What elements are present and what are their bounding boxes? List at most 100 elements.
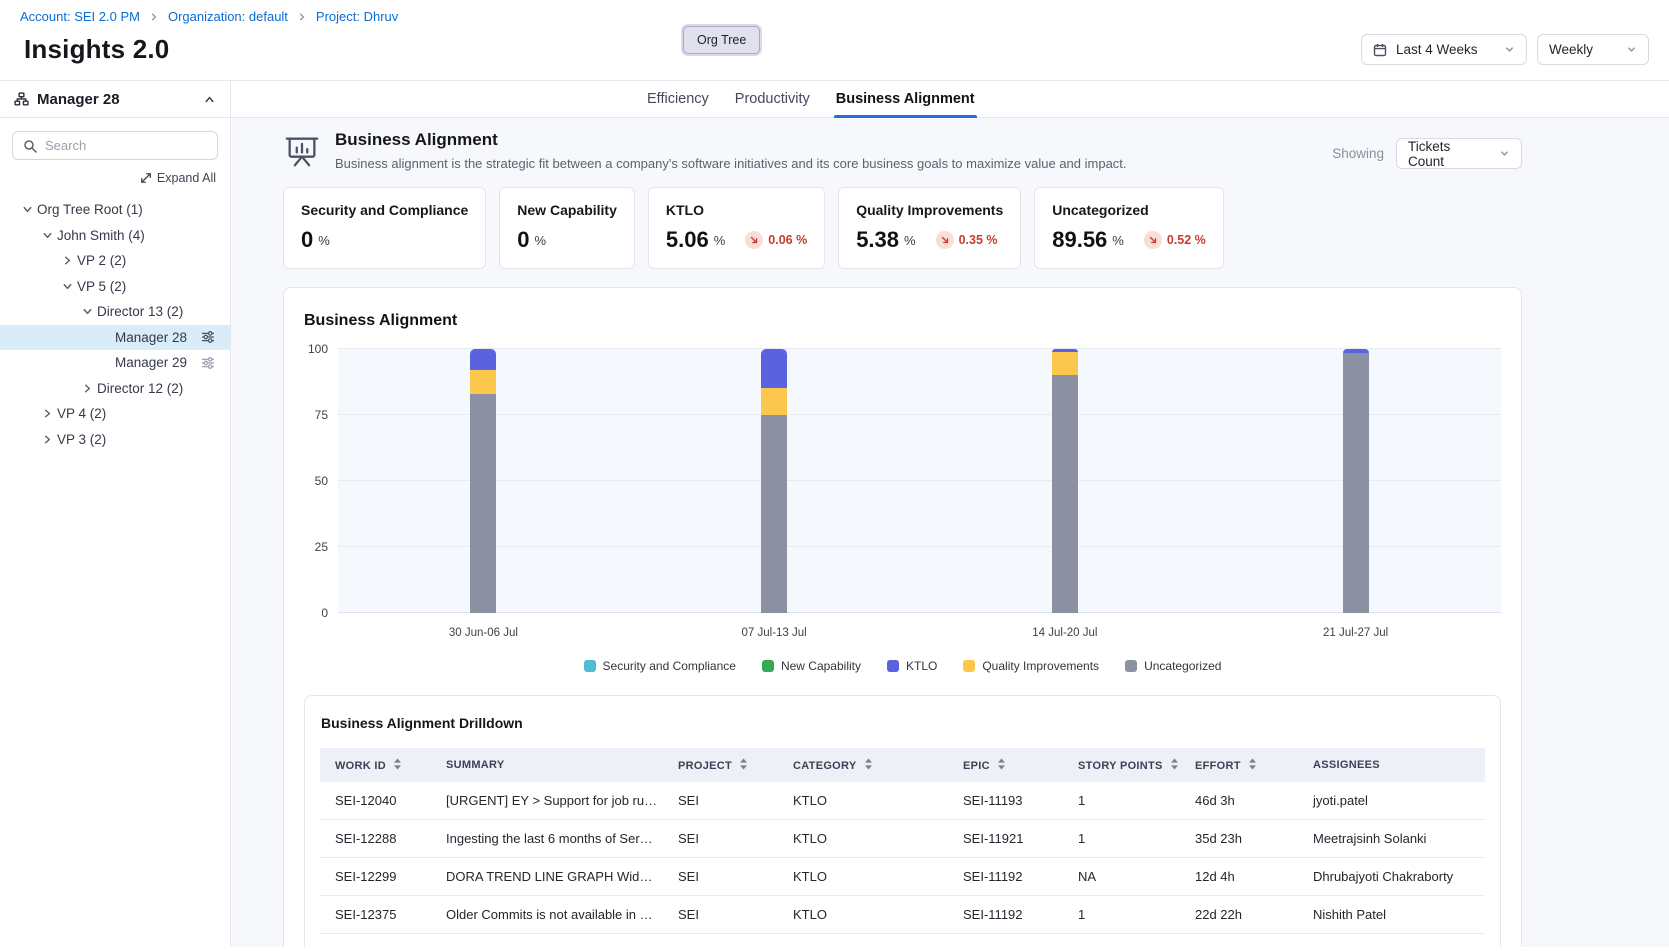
chevron-down-icon[interactable] [80,305,94,318]
metric-card: KTLO5.06%0.06 % [648,187,825,269]
tab-productivity[interactable]: Productivity [733,81,812,117]
tree-item-label: Manager 28 [115,330,187,345]
showing-select[interactable]: Tickets Count [1396,138,1522,169]
table-header-row: WORK IDSUMMARYPROJECTCATEGORYEPICSTORY P… [320,748,1485,782]
chevron-down-icon[interactable] [40,229,54,242]
tree-item[interactable]: Org Tree Root (1) [0,197,230,223]
filters-icon[interactable] [201,356,215,370]
expand-all-label: Expand All [157,171,216,185]
table-row[interactable]: SEI-12375Older Commits is not available … [320,896,1485,934]
tree-item-label: John Smith (4) [57,228,145,243]
sort-icon[interactable] [393,758,402,770]
legend-item[interactable]: KTLO [887,659,937,673]
sort-icon[interactable] [1170,758,1179,770]
tab-business-alignment[interactable]: Business Alignment [834,81,977,117]
tree-item[interactable]: VP 5 (2) [0,274,230,300]
bar-segment-uncategorized[interactable] [1052,375,1078,613]
legend-item[interactable]: New Capability [762,659,861,673]
bar-segment-quality-improvements[interactable] [761,388,787,415]
metric-card-title: Uncategorized [1052,202,1206,218]
sort-icon[interactable] [864,758,873,770]
org-tree-sidebar: Manager 28 Search Expand All Org Tree Ro… [0,81,231,947]
breadcrumb-link[interactable]: Organization: default [168,9,288,24]
table-cell: 1 [1068,782,1185,820]
table-row[interactable]: SEI-12288Ingesting the last 6 months of … [320,820,1485,858]
breadcrumb-separator-icon [149,12,159,22]
metric-card-unit: % [1112,233,1124,248]
column-header-label: ASSIGNEES [1313,759,1380,771]
bar-segment-uncategorized[interactable] [761,415,787,613]
bar-segment-quality-improvements[interactable] [470,370,496,394]
legend-label: New Capability [781,659,861,673]
column-header-category[interactable]: CATEGORY [783,748,953,782]
metric-card-value-row: 89.56%0.52 % [1052,227,1206,253]
tree-item[interactable]: John Smith (4) [0,223,230,249]
search-input[interactable]: Search [12,131,218,160]
column-header-epic[interactable]: EPIC [953,748,1068,782]
column-header-project[interactable]: PROJECT [668,748,783,782]
table-cell: SEI-11192 [953,896,1068,934]
tree-item[interactable]: Director 12 (2) [0,376,230,402]
chevron-right-icon[interactable] [40,433,54,446]
bar-segment-ktlo[interactable] [1052,349,1078,352]
legend-item[interactable]: Quality Improvements [963,659,1099,673]
tree-item[interactable]: VP 3 (2) [0,427,230,453]
chevron-right-icon[interactable] [80,382,94,395]
sort-icon[interactable] [1248,758,1257,770]
legend-swatch [887,660,899,672]
metric-card-value: 0 [301,227,313,253]
bar-segment-quality-improvements[interactable] [1052,352,1078,375]
column-header-label: WORK ID [335,760,386,772]
table-row[interactable]: SEI-12305EY > Verify if ingestion is wor… [320,934,1485,948]
tree-item[interactable]: VP 4 (2) [0,401,230,427]
chevron-right-icon[interactable] [60,254,74,267]
y-tick-label: 0 [321,606,328,620]
table-cell: SEI [668,782,783,820]
legend-swatch [762,660,774,672]
column-header-work-id[interactable]: WORK ID [320,748,436,782]
table-cell: Abhishek Chauhan [1303,934,1485,948]
content: Business Alignment Business alignment is… [231,118,1669,947]
bar-segment-uncategorized[interactable] [1343,353,1369,613]
tree-item[interactable]: Manager 29 [0,350,230,376]
tree-item[interactable]: VP 2 (2) [0,248,230,274]
tree-item[interactable]: Manager 28 [0,325,230,351]
date-range-select[interactable]: Last 4 Weeks [1361,34,1527,65]
bar-segment-ktlo[interactable] [761,349,787,388]
bar-segment-ktlo[interactable] [470,349,496,370]
table-head: WORK IDSUMMARYPROJECTCATEGORYEPICSTORY P… [320,748,1485,782]
tab-efficiency[interactable]: Efficiency [645,81,711,117]
metric-card-value: 5.38 [856,227,899,253]
sort-icon[interactable] [997,758,1006,770]
column-header-effort[interactable]: EFFORT [1185,748,1303,782]
table-row[interactable]: SEI-12299DORA TREND LINE GRAPH Widgets i… [320,858,1485,896]
table-cell: SEI-12288 [320,820,436,858]
org-tree-button[interactable]: Org Tree [683,26,760,54]
tree-item[interactable]: Director 13 (2) [0,299,230,325]
chevron-down-icon[interactable] [20,203,34,216]
breadcrumb-link[interactable]: Account: SEI 2.0 PM [20,9,140,24]
bar-segment-ktlo[interactable] [1343,349,1369,353]
sort-icon[interactable] [739,758,748,770]
bar-segment-uncategorized[interactable] [470,394,496,613]
chevron-right-icon[interactable] [40,407,54,420]
column-header-story-points[interactable]: STORY POINTS [1068,748,1185,782]
table-cell: SEI-12375 [320,896,436,934]
table-cell: Dhrubajyoti Chakraborty [1303,858,1485,896]
metric-card-title: KTLO [666,202,807,218]
legend-item[interactable]: Security and Compliance [584,659,736,673]
expand-all-button[interactable]: Expand All [0,160,230,193]
legend-swatch [1125,660,1137,672]
legend-item[interactable]: Uncategorized [1125,659,1221,673]
column-header-label: EFFORT [1195,760,1241,772]
table-row[interactable]: SEI-12040[URGENT] EY > Support for job r… [320,782,1485,820]
collapse-sidebar-icon[interactable] [203,93,216,106]
y-tick-label: 25 [315,540,328,554]
filters-icon[interactable] [201,330,215,344]
breadcrumb-link[interactable]: Project: Dhruv [316,9,398,24]
chevron-down-icon[interactable] [60,280,74,293]
metric-card-title: Quality Improvements [856,202,1003,218]
table-cell: Nishith Patel [1303,896,1485,934]
granularity-select[interactable]: Weekly [1537,34,1649,65]
table-cell: KTLO [783,934,953,948]
